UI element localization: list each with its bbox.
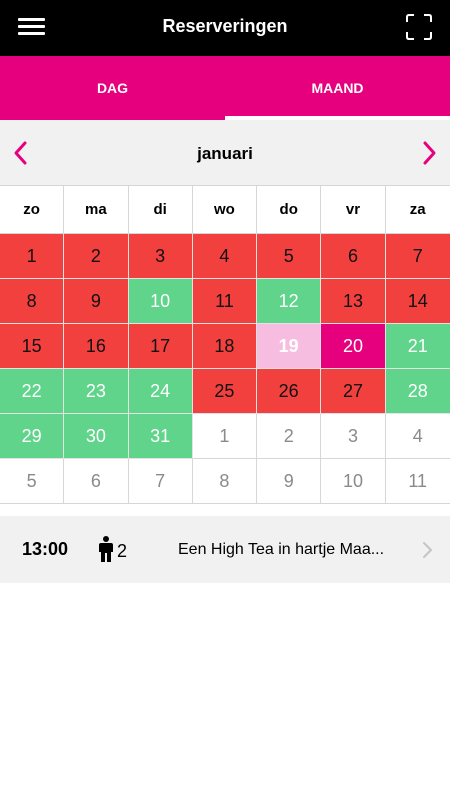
calendar-day-cell[interactable]: 10	[128, 279, 193, 324]
calendar-week-row: 15 16 17 18 19 20 21	[0, 324, 450, 369]
calendar-day-cell[interactable]: 10	[321, 459, 386, 504]
calendar-day-cell[interactable]: 17	[128, 324, 193, 369]
calendar-day-cell[interactable]: 12	[257, 279, 322, 324]
calendar-day-cell[interactable]: 19	[257, 324, 322, 369]
chevron-right-icon	[423, 542, 432, 558]
calendar-day-cell[interactable]: 16	[64, 324, 129, 369]
calendar-day-cell[interactable]: 11	[385, 459, 450, 504]
calendar-day-cell[interactable]: 11	[192, 279, 258, 324]
reservation-title: Een High Tea in hartje Maa...	[178, 541, 385, 558]
month-calendar: zo ma di wo do vr za 1 2 3 4 5 6 7 8 9 10 11 12 13 14…	[0, 185, 450, 504]
calendar-day-cell[interactable]: 9	[257, 459, 322, 504]
weekday-label: di	[128, 186, 193, 234]
reservation-list-item[interactable]: 13:00 2 Een High Tea in hartje Maa...	[0, 516, 450, 583]
calendar-day-cell[interactable]: 15	[0, 324, 65, 369]
calendar-day-cell[interactable]: 6	[64, 459, 129, 504]
calendar-day-cell[interactable]: 14	[385, 279, 450, 324]
calendar-day-cell[interactable]: 18	[192, 324, 258, 369]
weekday-label: zo	[0, 186, 65, 234]
calendar-week-row: 22 23 24 25 26 27 28	[0, 369, 450, 414]
chevron-right-icon[interactable]	[414, 138, 444, 168]
calendar-day-cell[interactable]: 1	[192, 414, 258, 459]
page-title: Reserveringen	[162, 16, 288, 36]
calendar-week-row: 5 6 7 8 9 10 11	[0, 459, 450, 504]
calendar-day-cell[interactable]: 5	[257, 234, 322, 279]
calendar-day-cell[interactable]: 6	[321, 234, 386, 279]
calendar-day-cell[interactable]: 5	[0, 459, 65, 504]
month-navigation: januari	[0, 120, 450, 185]
calendar-day-cell[interactable]: 27	[321, 369, 386, 414]
tab-dag[interactable]: DAG	[0, 56, 225, 120]
calendar-day-cell[interactable]: 2	[64, 234, 129, 279]
person-icon	[99, 536, 113, 562]
calendar-day-cell[interactable]: 8	[192, 459, 258, 504]
calendar-day-cell[interactable]: 29	[0, 414, 65, 459]
weekday-label: za	[385, 186, 450, 234]
calendar-day-cell[interactable]: 8	[0, 279, 65, 324]
calendar-week-row: 1234567	[0, 234, 450, 279]
calendar-day-cell[interactable]: 21	[385, 324, 450, 369]
calendar-day-cell[interactable]: 1	[0, 234, 65, 279]
calendar-day-cell[interactable]: 30	[64, 414, 129, 459]
calendar-day-cell[interactable]: 3	[321, 414, 386, 459]
weekday-label: vr	[321, 186, 386, 234]
calendar-day-cell[interactable]: 28	[385, 369, 450, 414]
calendar-day-cell[interactable]: 4	[192, 234, 258, 279]
month-label: januari	[197, 144, 253, 163]
calendar-day-cell[interactable]: 9	[64, 279, 129, 324]
calendar-day-cell[interactable]: 7	[385, 234, 450, 279]
hamburger-menu-icon[interactable]	[18, 16, 45, 38]
calendar-day-cell[interactable]: 26	[257, 369, 322, 414]
calendar-day-cell[interactable]: 13	[321, 279, 386, 324]
calendar-week-row: 8 9 10 11 12 13 14	[0, 279, 450, 324]
calendar-weeks: 1 2 3 4 5 6 7 8 9 10 11 12 13 14 15 16 17 18 19 20 21 22 23 24 2…	[0, 234, 450, 504]
calendar-day-cell[interactable]: 25	[192, 369, 258, 414]
calendar-day-cell[interactable]: 23	[64, 369, 129, 414]
calendar-day-cell[interactable]: 2	[257, 414, 322, 459]
calendar-day-cell[interactable]: 22	[0, 369, 65, 414]
calendar-day-cell[interactable]: 20	[321, 324, 386, 369]
calendar-day-cell[interactable]: 31	[128, 414, 193, 459]
view-tabs: DAG MAAND	[0, 56, 450, 120]
calendar-day-cell[interactable]: 3	[128, 234, 193, 279]
weekday-label: ma	[64, 186, 129, 234]
weekday-label: do	[257, 186, 322, 234]
weekday-label: wo	[192, 186, 258, 234]
calendar-day-cell[interactable]: 4	[385, 414, 450, 459]
weekday-header-row: zo ma di wo do vr za	[0, 186, 450, 234]
reservation-guest-count: 2	[117, 541, 128, 561]
calendar-day-cell[interactable]: 7	[128, 459, 193, 504]
calendar-day-cell[interactable]: 24	[128, 369, 193, 414]
scan-frame-icon[interactable]	[406, 14, 432, 40]
tab-maand[interactable]: MAAND	[225, 56, 450, 120]
top-app-bar: Reserveringen	[0, 0, 450, 56]
reservation-time: 13:00	[22, 539, 69, 559]
calendar-week-row: 29 30 31 1 2 3 4	[0, 414, 450, 459]
